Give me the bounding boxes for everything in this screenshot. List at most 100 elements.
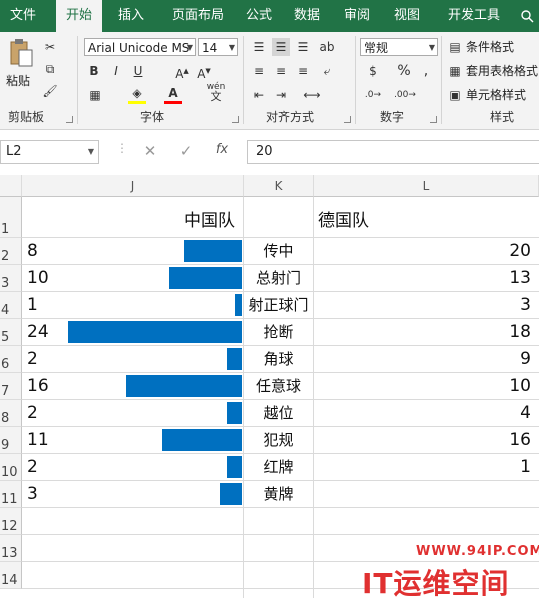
category-cell[interactable]: 传中: [244, 238, 313, 265]
font-color-icon[interactable]: A: [164, 86, 182, 104]
row-header[interactable]: 10: [0, 454, 22, 481]
china-team-header[interactable]: 中国队: [184, 206, 235, 231]
china-value-cell[interactable]: 2: [27, 454, 38, 481]
category-cell[interactable]: 射正球门: [244, 292, 313, 319]
china-value-cell[interactable]: 3: [27, 481, 38, 508]
cancel-icon[interactable]: ✕: [140, 142, 160, 160]
category-cell[interactable]: 角球: [244, 346, 313, 373]
germany-value-cell[interactable]: 10: [509, 373, 531, 400]
align-top-icon[interactable]: ☰: [250, 38, 268, 56]
china-value-cell[interactable]: 11: [27, 427, 49, 454]
font-name-select[interactable]: Arial Unicode MS ▼: [84, 38, 196, 56]
align-left-icon[interactable]: ≡: [250, 62, 268, 80]
china-value-cell[interactable]: 10: [27, 265, 49, 292]
category-cell[interactable]: 总射门: [244, 265, 313, 292]
enter-icon[interactable]: ✓: [176, 142, 196, 160]
category-cell[interactable]: 任意球: [244, 373, 313, 400]
row-header[interactable]: 7: [0, 373, 22, 400]
format-painter-icon[interactable]: 🖌: [40, 82, 60, 100]
germany-value-cell[interactable]: 13: [509, 265, 531, 292]
select-all-corner[interactable]: [0, 175, 22, 197]
cell-styles-button[interactable]: 单元格样式: [466, 86, 526, 104]
tab-data[interactable]: 数据: [286, 0, 328, 32]
wrap-text-icon[interactable]: ⤶: [318, 62, 336, 80]
underline-icon[interactable]: U: [130, 62, 146, 80]
row-header[interactable]: 12: [0, 508, 22, 535]
paste-icon[interactable]: [8, 38, 34, 70]
increase-decimal-icon[interactable]: .0→: [362, 86, 384, 104]
china-value-cell[interactable]: 8: [27, 238, 38, 265]
number-launcher-icon[interactable]: [430, 116, 437, 123]
number-format-select[interactable]: 常规 ▼: [360, 38, 438, 56]
china-value-cell[interactable]: 2: [27, 400, 38, 427]
tab-insert[interactable]: 插入: [108, 0, 154, 32]
germany-value-cell[interactable]: 1: [520, 454, 531, 481]
row-header[interactable]: 8: [0, 400, 22, 427]
decrease-decimal-icon[interactable]: .00→: [394, 86, 416, 104]
increase-indent-icon[interactable]: ⇥: [272, 86, 290, 104]
row-header[interactable]: 5: [0, 319, 22, 346]
tab-formulas[interactable]: 公式: [238, 0, 280, 32]
align-middle-icon[interactable]: ☰: [272, 38, 290, 56]
font-launcher-icon[interactable]: [232, 116, 239, 123]
row-header[interactable]: 1: [0, 197, 22, 238]
row-header[interactable]: 14: [0, 562, 22, 589]
insert-function-icon[interactable]: fx: [212, 142, 232, 157]
germany-team-header[interactable]: 德国队: [318, 206, 369, 231]
decrease-indent-icon[interactable]: ⇤: [250, 86, 268, 104]
germany-value-cell[interactable]: 3: [520, 292, 531, 319]
align-bottom-icon[interactable]: ☰: [294, 38, 312, 56]
china-value-cell[interactable]: 2: [27, 346, 38, 373]
cut-icon[interactable]: ✂: [40, 38, 60, 56]
row-header[interactable]: 9: [0, 427, 22, 454]
tab-home[interactable]: 开始: [56, 0, 102, 32]
align-right-icon[interactable]: ≡: [294, 62, 312, 80]
percent-style-button[interactable]: %: [396, 62, 412, 80]
category-cell[interactable]: 犯规: [244, 427, 313, 454]
row-header[interactable]: 13: [0, 535, 22, 562]
column-header-k[interactable]: K: [244, 175, 314, 197]
germany-value-cell[interactable]: 20: [509, 238, 531, 265]
china-value-cell[interactable]: 24: [27, 319, 49, 346]
china-value-cell[interactable]: 1: [27, 292, 38, 319]
border-icon[interactable]: ▦: [86, 86, 104, 104]
copy-icon[interactable]: ⧉: [40, 60, 60, 78]
row-header[interactable]: 6: [0, 346, 22, 373]
category-cell[interactable]: 黄牌: [244, 481, 313, 508]
bold-icon[interactable]: B: [86, 62, 102, 80]
tab-file[interactable]: 文件: [0, 0, 46, 32]
row-header[interactable]: 4: [0, 292, 22, 319]
germany-value-cell[interactable]: 16: [509, 427, 531, 454]
tab-view[interactable]: 视图: [386, 0, 428, 32]
category-cell[interactable]: 越位: [244, 400, 313, 427]
column-header-l[interactable]: L: [314, 175, 539, 197]
germany-value-cell[interactable]: 9: [520, 346, 531, 373]
decrease-font-icon[interactable]: A▼: [196, 62, 212, 83]
category-cell[interactable]: 红牌: [244, 454, 313, 481]
alignment-launcher-icon[interactable]: [344, 116, 351, 123]
formula-input[interactable]: 20: [247, 140, 539, 164]
name-box[interactable]: L2 ▼: [0, 140, 99, 164]
phonetic-guide-icon[interactable]: wén 文: [204, 82, 228, 103]
orientation-icon[interactable]: ab: [318, 38, 336, 56]
accounting-format-icon[interactable]: $: [362, 62, 384, 80]
tab-developer[interactable]: 开发工具: [440, 0, 508, 32]
tab-review[interactable]: 审阅: [336, 0, 378, 32]
align-center-icon[interactable]: ≡: [272, 62, 290, 80]
merge-center-icon[interactable]: ⟷: [300, 86, 324, 104]
conditional-format-button[interactable]: 条件格式: [466, 38, 514, 56]
row-header[interactable]: 2: [0, 238, 22, 265]
row-header[interactable]: 3: [0, 265, 22, 292]
increase-font-icon[interactable]: A▲: [174, 62, 190, 83]
font-size-select[interactable]: 14 ▼: [198, 38, 238, 56]
comma-style-button[interactable]: ,: [418, 62, 434, 80]
row-header[interactable]: 11: [0, 481, 22, 508]
germany-value-cell[interactable]: 18: [509, 319, 531, 346]
italic-icon[interactable]: I: [108, 62, 124, 80]
paste-button[interactable]: 粘贴: [6, 72, 30, 90]
column-header-j[interactable]: J: [22, 175, 244, 197]
category-cell[interactable]: 抢断: [244, 319, 313, 346]
clipboard-launcher-icon[interactable]: [66, 116, 73, 123]
tab-page-layout[interactable]: 页面布局: [162, 0, 234, 32]
germany-value-cell[interactable]: 4: [520, 400, 531, 427]
